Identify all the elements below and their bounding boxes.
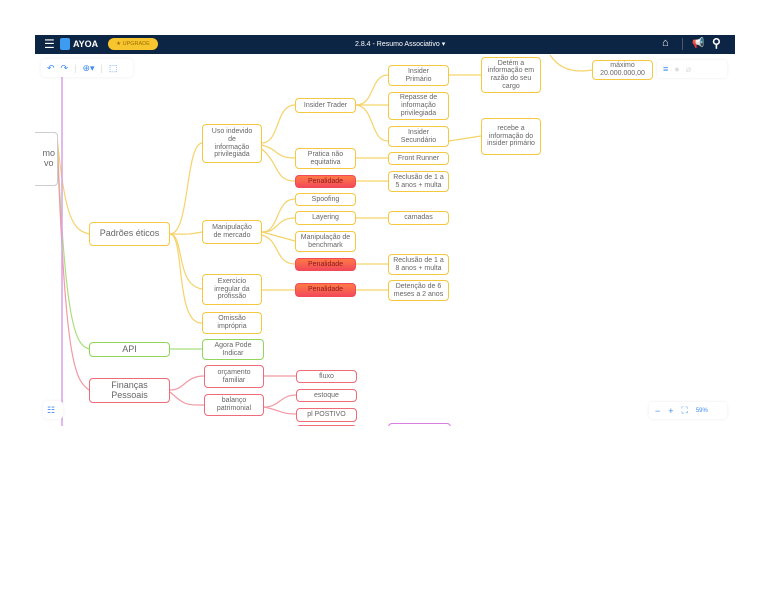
node-manipulacao-mercado[interactable]: Manipulação de mercado (202, 220, 262, 244)
node-orcamento-familiar[interactable]: orçamento familiar (204, 365, 264, 388)
node-camadas[interactable]: camadas (388, 211, 449, 225)
zoom-in-button[interactable]: + (668, 406, 673, 416)
zoom-out-button[interactable]: − (655, 406, 660, 416)
root-node[interactable]: mo vo (35, 132, 58, 186)
node-omissao[interactable]: Omissão imprópria (202, 312, 262, 334)
node-layering[interactable]: Layering (295, 211, 356, 225)
upgrade-label: UPGRADE (122, 41, 150, 47)
node-balanco-patrimonial[interactable]: balanço patrimonial (204, 394, 264, 416)
node-padroes-eticos[interactable]: Padrões éticos (89, 222, 170, 246)
menu-icon[interactable]: ☰ (44, 38, 55, 50)
right-toolbar: ≡ ● ⌀ (657, 60, 727, 78)
undo-icon[interactable]: ↶ (47, 63, 55, 74)
megaphone-icon[interactable]: 📢 (692, 38, 704, 49)
node-manipulacao-benchmark[interactable]: Manipulação de benchmark (295, 231, 356, 252)
node-partial[interactable] (388, 423, 451, 426)
map-title-text: 2.8.4 - Resumo Associativo (355, 41, 440, 48)
node-spoofing[interactable]: Spoofing (295, 193, 356, 206)
node-agora-pode-indicar[interactable]: Agora Pode Indicar (202, 339, 264, 360)
map-title[interactable]: 2.8.4 - Resumo Associativo ▾ (355, 40, 445, 48)
zoom-level: 59% (695, 407, 708, 414)
node-insider-primario[interactable]: Insider Primário (388, 65, 449, 86)
settings-sliders-icon[interactable]: ☷ (43, 401, 63, 419)
redo-icon[interactable]: ↷ (61, 63, 69, 74)
node-insider-trader[interactable]: Insider Trader (295, 98, 356, 113)
node-detem[interactable]: Detém a informação em razão do seu cargo (481, 57, 541, 93)
divider: | (100, 63, 103, 73)
ayoa-logo-icon (60, 38, 70, 50)
ayoa-app: mo vo Padrões éticos Uso indevido de inf… (35, 35, 735, 426)
node-detencao[interactable]: Detenção de 6 meses a 2 anos (388, 280, 449, 301)
node-exercicio-irregular[interactable]: Exercicio irregular da profissão (202, 274, 262, 305)
node-pl-positivo[interactable]: pl POSTIVO (296, 408, 357, 422)
node-pratica[interactable]: Pratica não equitativa (295, 148, 356, 169)
node-penalidade[interactable]: Penalidade (295, 283, 356, 297)
home-icon[interactable]: ⌂ (662, 37, 669, 49)
node-uso-indevido[interactable]: Uso indevido de informação privilegiada (202, 124, 262, 163)
add-icon[interactable]: ⊕▾ (82, 63, 94, 74)
node-front-runner[interactable]: Front Runner (388, 152, 449, 165)
node-penalidade[interactable]: Penalidade (295, 258, 356, 271)
node-financas-pessoais[interactable]: Finanças Pessoais (89, 378, 170, 403)
node-estoque[interactable]: estoque (296, 389, 357, 402)
node-reclusao-1-5[interactable]: Reclusão de 1 a 5 anos + multa (388, 171, 449, 192)
comment-icon[interactable]: ● (674, 64, 679, 74)
node-maximo[interactable]: máximo 20.000.000,00 (592, 60, 653, 80)
node-insider-secundario[interactable]: Insider Secundário (388, 126, 449, 147)
node-repasse[interactable]: Repasse de informação privilegiada (388, 92, 449, 120)
edit-toolbar: ↶ ↷ | ⊕▾ | ⬚ (41, 59, 133, 77)
node-fluxo[interactable]: fluxo (296, 370, 357, 383)
attachment-icon[interactable]: ⌀ (686, 64, 691, 75)
select-area-icon[interactable]: ⬚ (109, 63, 118, 74)
node-api[interactable]: API (89, 342, 170, 357)
search-icon[interactable]: ⚲ (712, 36, 721, 50)
brand: AYOA (73, 39, 99, 49)
node-recebe[interactable]: recebe a informação do insider primário (481, 118, 541, 155)
upgrade-button[interactable]: ★ UPGRADE (108, 38, 158, 50)
node-penalidade[interactable]: Penalidade (295, 175, 356, 188)
node-partial[interactable] (296, 425, 357, 426)
top-bar: ☰ AYOA ★ UPGRADE 2.8.4 - Resumo Associat… (35, 35, 735, 54)
fit-screen-icon[interactable]: ⛶ (682, 405, 688, 416)
divider (682, 38, 683, 50)
divider: | (74, 63, 77, 73)
node-reclusao-1-8[interactable]: Reclusão de 1 a 8 anos + multa (388, 254, 449, 275)
zoom-controls: − + ⛶ 59% (649, 402, 727, 419)
list-icon[interactable]: ≡ (663, 64, 668, 74)
